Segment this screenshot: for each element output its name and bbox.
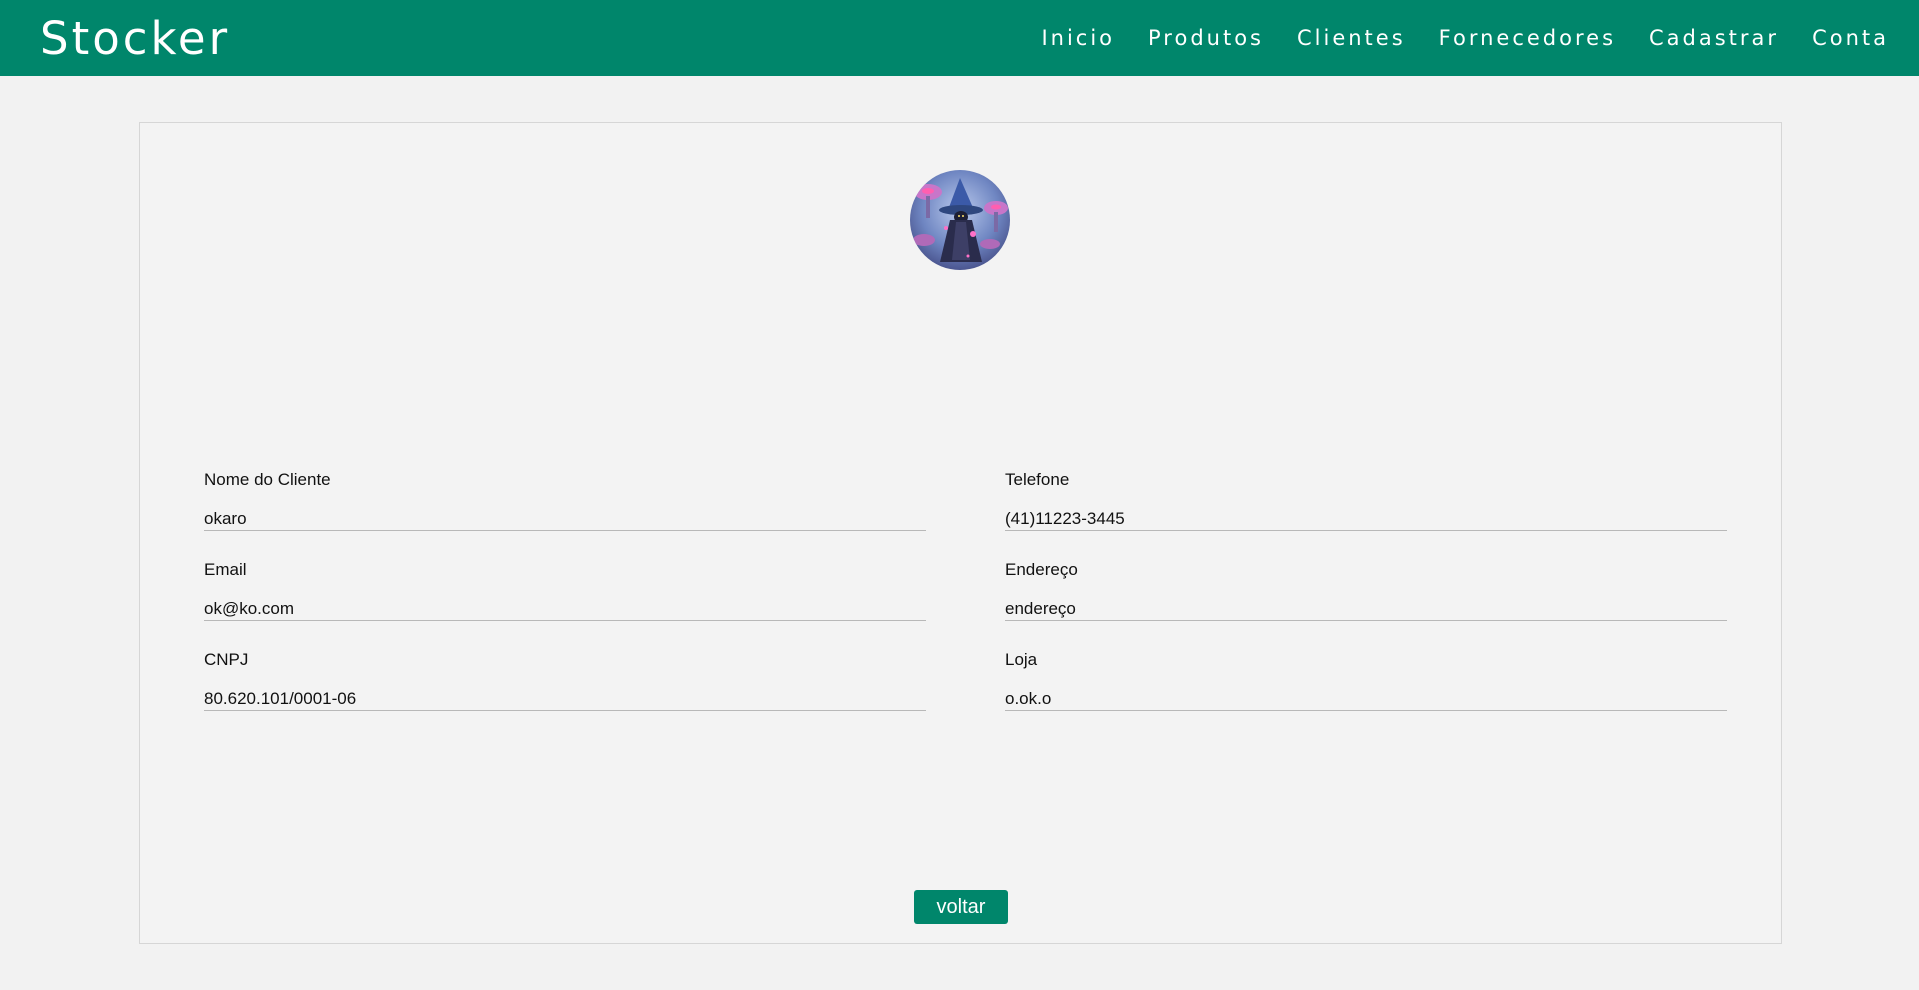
field-nome-cliente: Nome do Cliente (204, 469, 926, 531)
endereco-label: Endereço (1005, 560, 1078, 579)
field-cnpj: CNPJ (204, 649, 926, 711)
endereco-input[interactable] (1005, 599, 1727, 621)
field-email: Email (204, 559, 926, 621)
email-input[interactable] (204, 599, 926, 621)
loja-input[interactable] (1005, 689, 1727, 711)
client-details-card: Nome do Cliente Telefone Email Endereço … (139, 122, 1782, 944)
back-button[interactable]: voltar (914, 890, 1008, 924)
nav-link-fornecedores[interactable]: Fornecedores (1439, 26, 1616, 50)
nav-link-conta[interactable]: Conta (1812, 26, 1889, 50)
loja-label: Loja (1005, 650, 1038, 669)
field-loja: Loja (1005, 649, 1727, 711)
nav-link-produtos[interactable]: Produtos (1148, 26, 1264, 50)
top-navbar: Stocker Inicio Produtos Clientes Fornece… (0, 0, 1919, 76)
nav-menu: Inicio Produtos Clientes Fornecedores Ca… (1041, 26, 1889, 50)
cnpj-label: CNPJ (204, 650, 249, 669)
nav-link-inicio[interactable]: Inicio (1041, 26, 1115, 50)
nav-link-clientes[interactable]: Clientes (1297, 26, 1406, 50)
email-label: Email (204, 560, 247, 579)
brand-logo[interactable]: Stocker (40, 12, 230, 65)
cnpj-input[interactable] (204, 689, 926, 711)
field-telefone: Telefone (1005, 469, 1727, 531)
nome-cliente-label: Nome do Cliente (204, 470, 331, 489)
telefone-input[interactable] (1005, 509, 1727, 531)
nome-cliente-input[interactable] (204, 509, 926, 531)
field-endereco: Endereço (1005, 559, 1727, 621)
nav-link-cadastrar[interactable]: Cadastrar (1649, 26, 1779, 50)
client-avatar-image (910, 170, 1010, 270)
telefone-label: Telefone (1005, 470, 1070, 489)
